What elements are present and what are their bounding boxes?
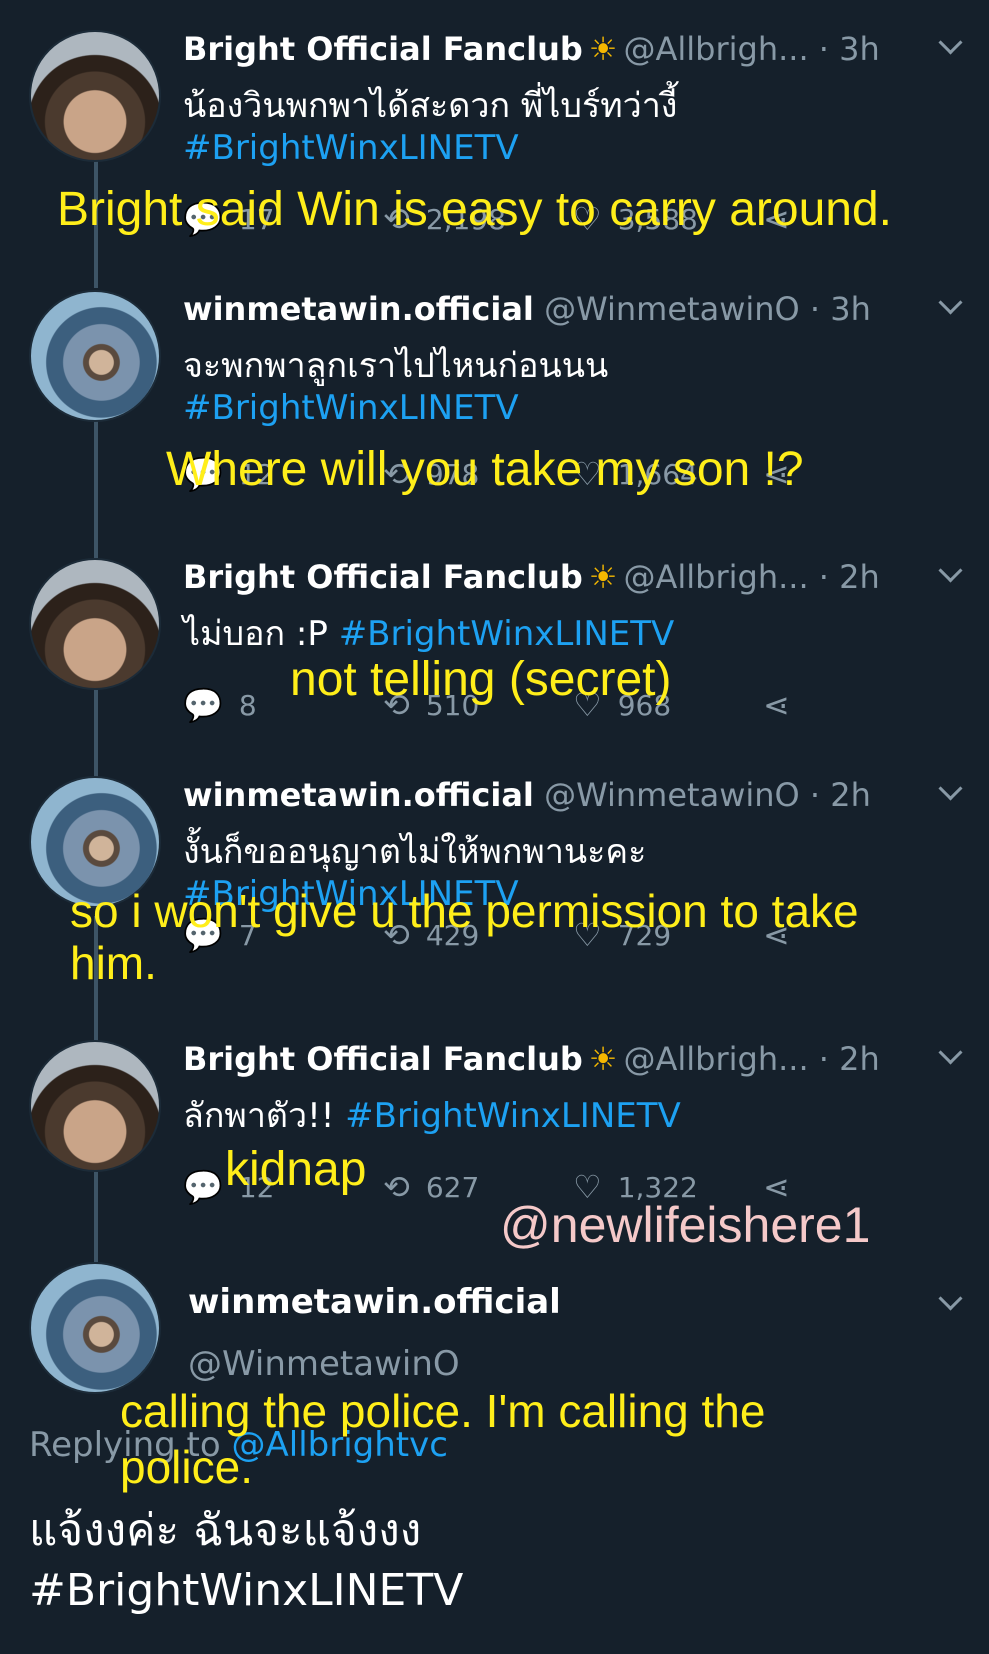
tweet-text: น้องวินพกพาได้สะดวก พี่ไบร์ทว่างี้ bbox=[183, 86, 678, 126]
handle[interactable]: @Allbrigh... bbox=[623, 30, 808, 68]
translation-caption: Where will you take my son !? bbox=[166, 443, 804, 496]
reply-icon[interactable]: 💬 bbox=[183, 1168, 223, 1206]
hashtag-link[interactable]: #BrightWinxLINETV bbox=[183, 128, 519, 168]
chevron-down-icon[interactable] bbox=[938, 1040, 963, 1065]
thread-line bbox=[94, 418, 98, 558]
handle[interactable]: @WinmetawinO bbox=[188, 1344, 561, 1384]
chevron-down-icon[interactable] bbox=[938, 290, 963, 315]
sun-icon: ☀ bbox=[588, 30, 618, 68]
display-name[interactable]: Bright Official Fanclub bbox=[183, 30, 583, 68]
thread-line bbox=[94, 690, 98, 785]
handle[interactable]: @Allbrigh... bbox=[623, 1040, 808, 1078]
translation-caption: Bright said Win is easy to carry around. bbox=[57, 183, 893, 236]
tweet-text-content: ไม่บอก :P bbox=[183, 614, 339, 654]
translation-caption: him. bbox=[70, 937, 157, 989]
chevron-down-icon[interactable] bbox=[938, 1286, 963, 1311]
translation-caption: not telling (secret) bbox=[290, 653, 672, 706]
translation-caption: police. bbox=[120, 1441, 253, 1493]
timestamp[interactable]: · 2h bbox=[810, 776, 871, 814]
tweet-text-content: ลักพาตัว!! bbox=[183, 1096, 346, 1136]
avatar[interactable] bbox=[29, 1040, 161, 1172]
handle[interactable]: @Allbrigh... bbox=[623, 558, 808, 596]
timestamp[interactable]: · 2h bbox=[819, 1040, 880, 1078]
display-name[interactable]: winmetawin.official bbox=[188, 1282, 561, 1322]
tweet-text: ไม่บอก :P #BrightWinxLINETV bbox=[183, 606, 674, 660]
reply-icon[interactable]: 💬 bbox=[183, 686, 223, 724]
translation-caption: kidnap bbox=[225, 1143, 367, 1196]
tweet-header: winmetawin.official @WinmetawinO bbox=[188, 1282, 561, 1384]
hashtag-link[interactable]: #BrightWinxLINETV bbox=[345, 1096, 681, 1136]
hashtag-link[interactable]: #BrightWinxLINETV bbox=[29, 1565, 463, 1616]
chevron-down-icon[interactable] bbox=[938, 776, 963, 801]
display-name[interactable]: winmetawin.official bbox=[183, 776, 534, 814]
watermark: @newlifeishere1 bbox=[500, 1197, 871, 1253]
thread-line bbox=[94, 1172, 98, 1262]
timestamp[interactable]: · 3h bbox=[810, 290, 871, 328]
timestamp[interactable]: · 3h bbox=[819, 30, 880, 68]
hashtag-link[interactable]: #BrightWinxLINETV bbox=[339, 614, 675, 654]
tweet-header: Bright Official Fanclub ☀ @Allbrigh... · 3… bbox=[183, 30, 880, 68]
display-name[interactable]: Bright Official Fanclub bbox=[183, 558, 583, 596]
handle[interactable]: @WinmetawinO bbox=[544, 776, 800, 814]
tweet-header: winmetawin.official @WinmetawinO · 3h bbox=[183, 290, 871, 328]
translation-caption: calling the police. I'm calling the bbox=[120, 1385, 766, 1437]
avatar[interactable] bbox=[29, 558, 161, 690]
avatar[interactable] bbox=[29, 290, 161, 422]
avatar[interactable] bbox=[29, 1262, 161, 1394]
handle[interactable]: @WinmetawinO bbox=[544, 290, 800, 328]
retweet-icon[interactable]: ⟲ bbox=[383, 1168, 410, 1206]
hashtag-link[interactable]: #BrightWinxLINETV bbox=[183, 388, 519, 428]
reply-count: 8 bbox=[238, 688, 257, 722]
share-icon[interactable]: ⋖ bbox=[763, 686, 790, 724]
tweet-text: จะพกพาลูกเราไปไหนก่อนนน bbox=[183, 346, 609, 386]
translation-caption: so i won't give u the permission to take bbox=[70, 885, 859, 937]
tweet-text: งั้นก็ขออนุญาตไม่ให้พกพานะคะ bbox=[183, 832, 647, 872]
tweet-header: Bright Official Fanclub ☀ @Allbrigh... · 2… bbox=[183, 558, 880, 596]
timestamp[interactable]: · 2h bbox=[819, 558, 880, 596]
sun-icon: ☀ bbox=[588, 558, 618, 596]
chevron-down-icon[interactable] bbox=[938, 30, 963, 55]
tweet-header: winmetawin.official @WinmetawinO · 2h bbox=[183, 776, 871, 814]
retweet-count: 627 bbox=[425, 1170, 480, 1204]
avatar[interactable] bbox=[29, 30, 161, 162]
display-name[interactable]: Bright Official Fanclub bbox=[183, 1040, 583, 1078]
sun-icon: ☀ bbox=[588, 1040, 618, 1078]
tweet-header: Bright Official Fanclub ☀ @Allbrigh... · 2… bbox=[183, 1040, 880, 1078]
tweet-text: ลักพาตัว!! #BrightWinxLINETV bbox=[183, 1088, 681, 1142]
tweet-text: แจ้งงค่ะ ฉันจะแจ้งงง bbox=[29, 1505, 422, 1556]
display-name[interactable]: winmetawin.official bbox=[183, 290, 534, 328]
chevron-down-icon[interactable] bbox=[938, 558, 963, 583]
